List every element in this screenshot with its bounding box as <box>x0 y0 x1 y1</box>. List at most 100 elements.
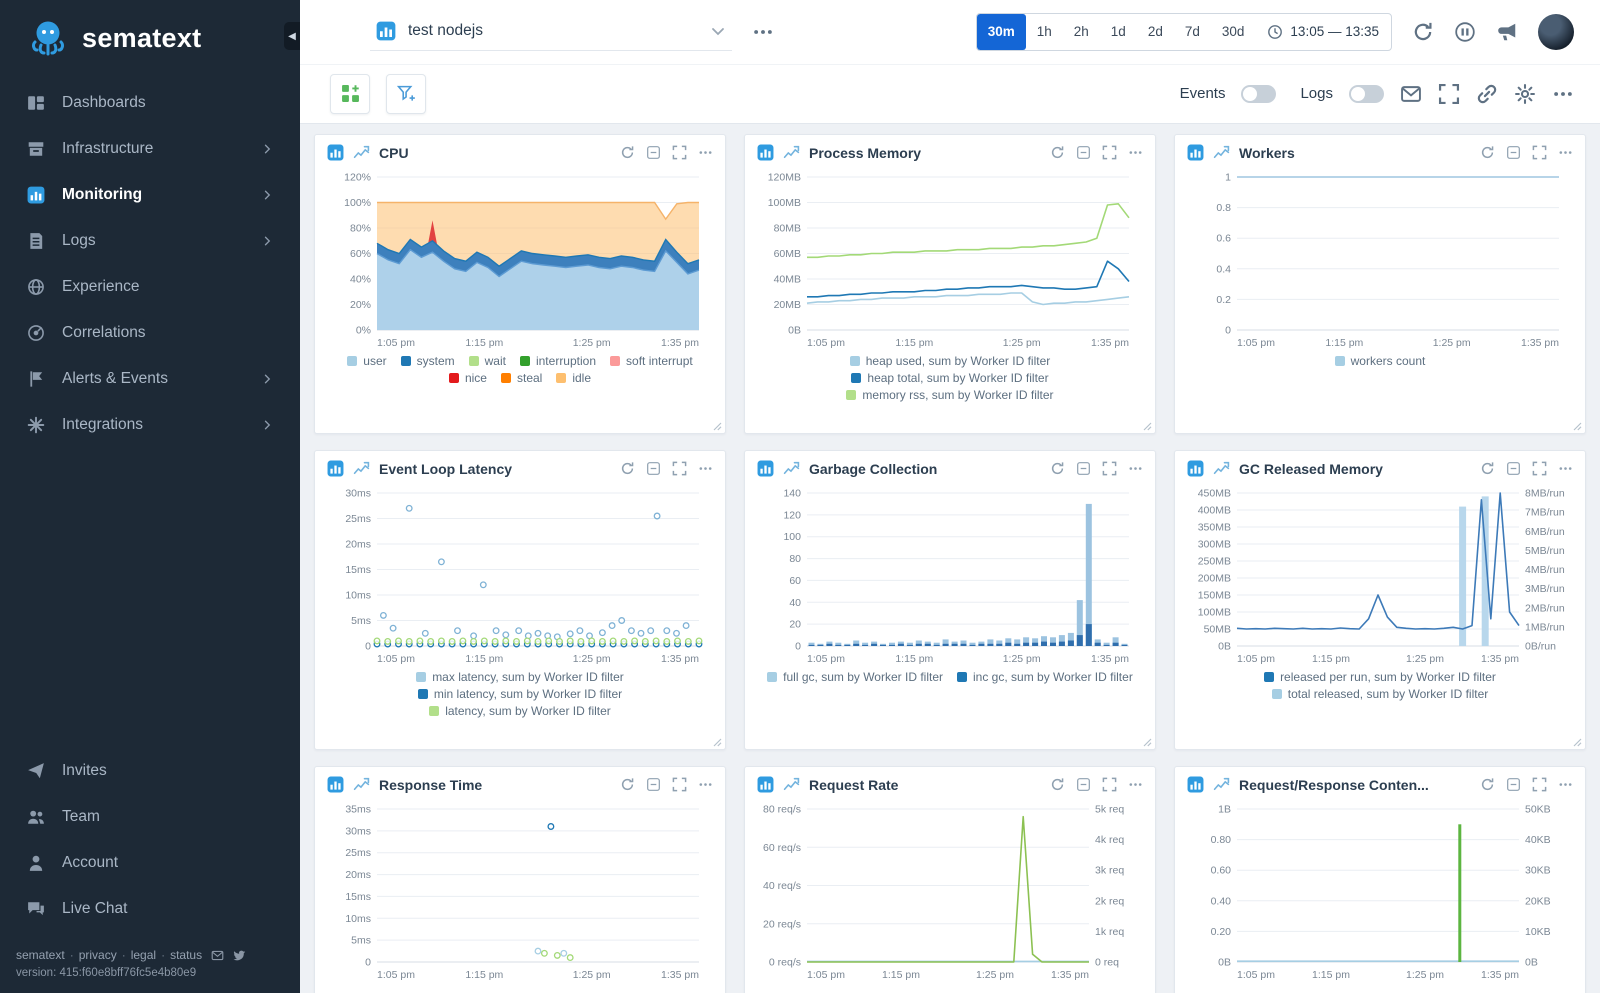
panel-resize-handle[interactable] <box>713 422 722 431</box>
panel-menu-icon[interactable] <box>1558 145 1573 160</box>
time-range-7d[interactable]: 7d <box>1174 14 1211 50</box>
panel-menu-icon[interactable] <box>698 145 713 160</box>
legend-item[interactable]: memory rss, sum by Worker ID filter <box>846 388 1054 402</box>
panel-collapse-icon[interactable] <box>646 777 661 792</box>
events-toggle[interactable] <box>1241 84 1277 103</box>
footer-envelope-icon[interactable] <box>211 949 224 962</box>
metrics-explorer-icon[interactable] <box>783 460 800 477</box>
panel-collapse-icon[interactable] <box>646 145 661 160</box>
time-range-1h[interactable]: 1h <box>1026 14 1063 50</box>
pause-refresh-button[interactable] <box>1454 21 1476 43</box>
dashboard-settings-button[interactable] <box>1514 83 1536 105</box>
sidebar-item-monitoring[interactable]: Monitoring <box>0 172 300 218</box>
panel-resize-handle[interactable] <box>1143 422 1152 431</box>
panel-collapse-icon[interactable] <box>1076 461 1091 476</box>
panel-collapse-icon[interactable] <box>1076 777 1091 792</box>
sidebar-collapse-button[interactable]: ◀ <box>284 22 300 50</box>
legend-item[interactable]: nice <box>448 371 487 385</box>
legend-item[interactable]: user <box>347 354 387 368</box>
panel-menu-icon[interactable] <box>1128 461 1143 476</box>
footer-link-sematext[interactable]: sematext <box>16 948 65 962</box>
panel-refresh-icon[interactable] <box>1050 145 1065 160</box>
panel-collapse-icon[interactable] <box>1076 145 1091 160</box>
panel-expand-icon[interactable] <box>672 461 687 476</box>
panel-refresh-icon[interactable] <box>620 145 635 160</box>
time-display[interactable]: 13:05 — 13:35 <box>1255 14 1391 50</box>
toolbar-menu-icon[interactable] <box>1552 83 1574 105</box>
panel-collapse-icon[interactable] <box>1506 145 1521 160</box>
panel-refresh-icon[interactable] <box>1050 777 1065 792</box>
footer-link-privacy[interactable]: privacy <box>79 948 117 962</box>
legend-item[interactable]: heap used, sum by Worker ID filter <box>849 354 1050 368</box>
fullscreen-button[interactable] <box>1438 83 1460 105</box>
panel-refresh-icon[interactable] <box>1480 145 1495 160</box>
sidebar-item-logs[interactable]: Logs <box>0 218 300 264</box>
metrics-explorer-icon[interactable] <box>353 144 370 161</box>
metrics-explorer-icon[interactable] <box>1213 144 1230 161</box>
legend-item[interactable]: released per run, sum by Worker ID filte… <box>1264 670 1496 684</box>
panel-expand-icon[interactable] <box>1532 145 1547 160</box>
panel-expand-icon[interactable] <box>1102 777 1117 792</box>
panel-refresh-icon[interactable] <box>620 461 635 476</box>
sidebar-item-infrastructure[interactable]: Infrastructure <box>0 126 300 172</box>
panel-resize-handle[interactable] <box>1573 738 1582 747</box>
legend-item[interactable]: soft interrupt <box>610 354 693 368</box>
panel-menu-icon[interactable] <box>698 461 713 476</box>
legend-item[interactable]: heap total, sum by Worker ID filter <box>851 371 1049 385</box>
legend-item[interactable]: interruption <box>519 354 596 368</box>
filter-button[interactable] <box>386 73 426 114</box>
dashboard-menu-icon[interactable] <box>752 21 774 43</box>
announcements-button[interactable] <box>1496 21 1518 43</box>
footer-link-status[interactable]: status <box>170 948 202 962</box>
legend-item[interactable]: idle <box>556 371 591 385</box>
time-range-30m[interactable]: 30m <box>976 13 1026 50</box>
panel-expand-icon[interactable] <box>1102 461 1117 476</box>
legend-item[interactable]: max latency, sum by Worker ID filter <box>416 670 624 684</box>
legend-item[interactable]: workers count <box>1334 354 1425 368</box>
panel-menu-icon[interactable] <box>1128 777 1143 792</box>
sidebar-item-experience[interactable]: Experience <box>0 264 300 310</box>
time-range-1d[interactable]: 1d <box>1100 14 1137 50</box>
legend-item[interactable]: wait <box>468 354 506 368</box>
metrics-explorer-icon[interactable] <box>1213 776 1230 793</box>
sidebar-item-dashboards[interactable]: Dashboards <box>0 80 300 126</box>
sematext-logo-text[interactable]: sematext <box>82 23 201 54</box>
footer-link-legal[interactable]: legal <box>131 948 156 962</box>
time-range-2h[interactable]: 2h <box>1063 14 1100 50</box>
legend-item[interactable]: system <box>400 354 455 368</box>
panel-resize-handle[interactable] <box>713 738 722 747</box>
sidebar-item-invites[interactable]: Invites <box>0 748 300 794</box>
panel-expand-icon[interactable] <box>1532 461 1547 476</box>
metrics-explorer-icon[interactable] <box>353 776 370 793</box>
sidebar-item-alerts-events[interactable]: Alerts & Events <box>0 356 300 402</box>
sidebar-item-account[interactable]: Account <box>0 840 300 886</box>
legend-item[interactable]: inc gc, sum by Worker ID filter <box>957 670 1133 684</box>
add-widget-button[interactable] <box>330 73 370 114</box>
legend-item[interactable]: latency, sum by Worker ID filter <box>429 704 611 718</box>
sidebar-item-correlations[interactable]: Correlations <box>0 310 300 356</box>
panel-resize-handle[interactable] <box>1573 422 1582 431</box>
share-link-button[interactable] <box>1476 83 1498 105</box>
refresh-button[interactable] <box>1412 21 1434 43</box>
panel-expand-icon[interactable] <box>1532 777 1547 792</box>
panel-menu-icon[interactable] <box>1128 145 1143 160</box>
panel-collapse-icon[interactable] <box>1506 461 1521 476</box>
panel-expand-icon[interactable] <box>672 145 687 160</box>
panel-expand-icon[interactable] <box>1102 145 1117 160</box>
user-avatar[interactable] <box>1538 13 1574 50</box>
sidebar-item-integrations[interactable]: Integrations <box>0 402 300 448</box>
panel-collapse-icon[interactable] <box>646 461 661 476</box>
time-range-2d[interactable]: 2d <box>1137 14 1174 50</box>
panel-expand-icon[interactable] <box>672 777 687 792</box>
panel-refresh-icon[interactable] <box>1480 461 1495 476</box>
email-report-button[interactable] <box>1400 83 1422 105</box>
logs-toggle[interactable] <box>1349 84 1384 103</box>
panel-collapse-icon[interactable] <box>1506 777 1521 792</box>
metrics-explorer-icon[interactable] <box>1213 460 1230 477</box>
panel-refresh-icon[interactable] <box>1050 461 1065 476</box>
panel-menu-icon[interactable] <box>698 777 713 792</box>
panel-menu-icon[interactable] <box>1558 461 1573 476</box>
legend-item[interactable]: full gc, sum by Worker ID filter <box>767 670 943 684</box>
panel-menu-icon[interactable] <box>1558 777 1573 792</box>
sidebar-item-live-chat[interactable]: Live Chat <box>0 886 300 932</box>
